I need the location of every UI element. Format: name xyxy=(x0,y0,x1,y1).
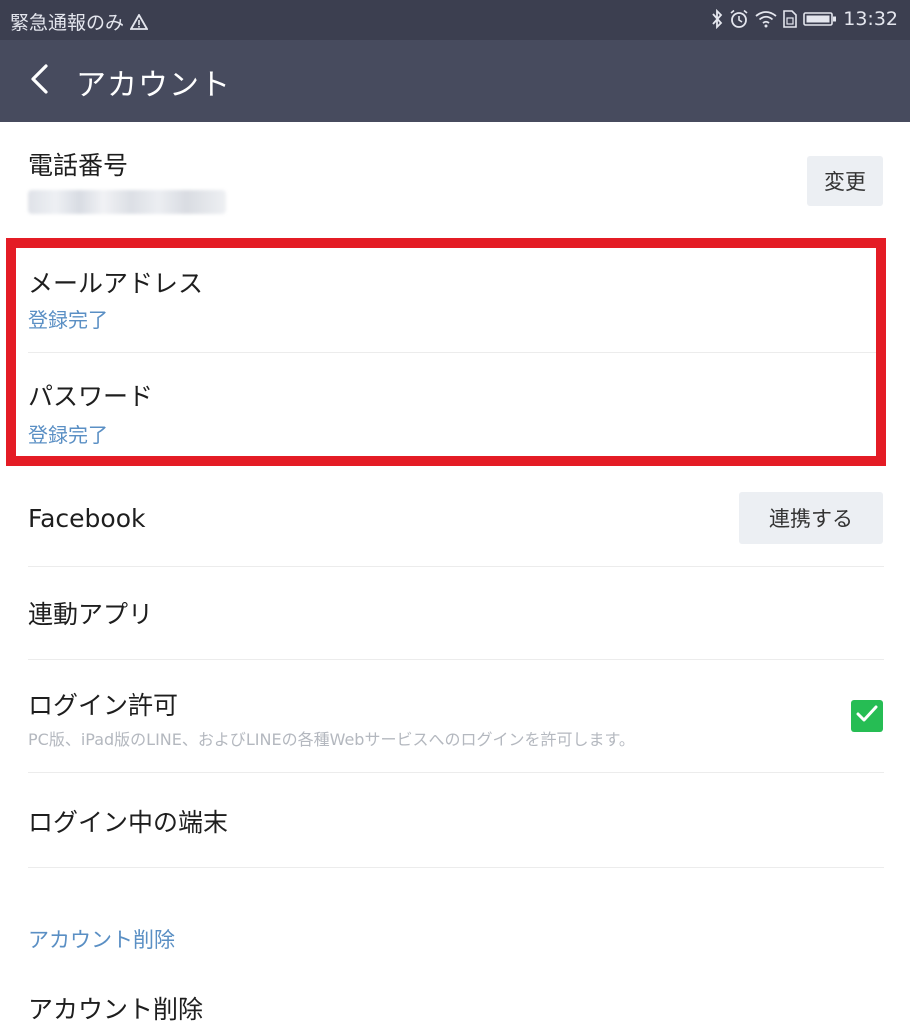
status-time: 13:32 xyxy=(843,8,898,30)
login-permission-checkbox[interactable] xyxy=(851,700,883,732)
bluetooth-icon xyxy=(711,9,723,29)
emergency-only-text: 緊急通報のみ xyxy=(10,12,125,34)
login-permission-label: ログイン許可 xyxy=(28,691,179,720)
email-status: 登録完了 xyxy=(28,308,108,332)
wifi-icon xyxy=(755,10,777,28)
battery-icon xyxy=(803,11,837,27)
password-status: 登録完了 xyxy=(28,423,108,447)
page-title: アカウント xyxy=(76,68,231,103)
logged-in-devices-row[interactable]: ログイン中の端末 xyxy=(0,773,910,867)
facebook-link-button[interactable]: 連携する xyxy=(739,492,883,544)
status-bar-right: 13:32 xyxy=(711,8,898,30)
login-permission-description: PC版、iPad版のLINE、およびLINEの各種Webサービスへのログインを許… xyxy=(28,730,635,749)
email-label: メールアドレス xyxy=(28,269,204,298)
check-icon xyxy=(856,705,878,727)
logged-in-devices-label: ログイン中の端末 xyxy=(28,808,229,837)
back-arrow-icon xyxy=(28,63,50,99)
app-header: アカウント xyxy=(0,40,910,122)
phone-number-value-blurred xyxy=(28,190,226,214)
sim-icon xyxy=(783,10,798,28)
email-row[interactable]: メールアドレス 登録完了 xyxy=(0,248,910,352)
account-delete-label: アカウント削除 xyxy=(28,995,204,1024)
phone-number-label: 電話番号 xyxy=(28,151,129,180)
linked-apps-label: 連動アプリ xyxy=(28,600,154,629)
alarm-icon xyxy=(729,9,749,29)
status-bar-left: 緊急通報のみ xyxy=(10,8,149,35)
facebook-label: Facebook xyxy=(28,504,146,533)
linked-apps-row[interactable]: 連動アプリ xyxy=(0,567,910,659)
change-phone-button[interactable]: 変更 xyxy=(807,156,883,206)
login-permission-row: ログイン許可 xyxy=(0,660,910,772)
divider xyxy=(28,867,884,868)
password-label: パスワード xyxy=(28,382,154,411)
password-row[interactable]: パスワード 登録完了 xyxy=(0,353,910,457)
back-button[interactable] xyxy=(16,58,62,104)
warning-icon xyxy=(130,13,149,30)
account-delete-section-title: アカウント削除 xyxy=(28,928,175,952)
account-delete-row[interactable]: アカウント削除 xyxy=(0,970,910,1024)
status-bar: 緊急通報のみ 13:32 xyxy=(0,0,910,40)
phone-number-row: 電話番号 xyxy=(0,122,910,234)
